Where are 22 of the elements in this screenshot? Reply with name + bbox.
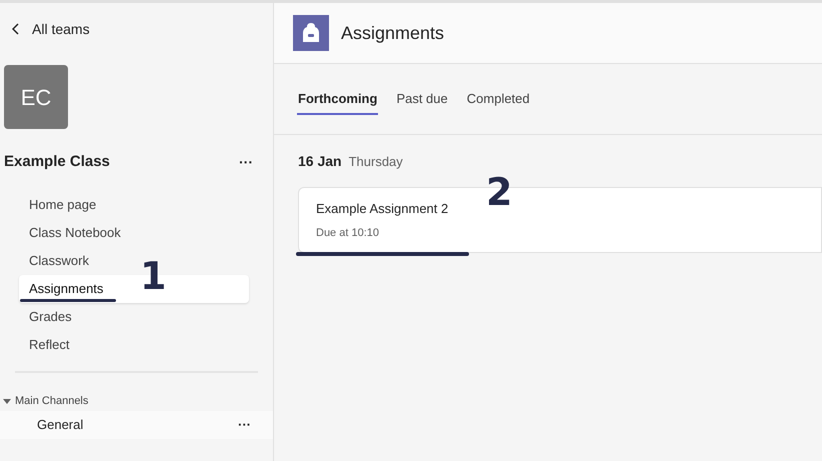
channel-item[interactable]: General ··· [0, 410, 273, 438]
more-options-button[interactable]: ··· [239, 152, 253, 173]
back-icon[interactable] [12, 23, 20, 35]
assignment-title: Example Assignment 2 [316, 200, 450, 218]
channel-group-label[interactable]: Main Channels [15, 393, 88, 410]
team-avatar: EC [4, 65, 68, 129]
date-heading: 16 Jan [298, 152, 342, 171]
due-time: Due at 10:10 [316, 226, 380, 241]
tab[interactable]: Completed [466, 88, 531, 115]
tab[interactable]: Forthcoming [297, 88, 378, 115]
nav-item[interactable]: Reflect [19, 330, 249, 358]
nav-item[interactable]: Class Notebook [19, 218, 249, 246]
team-name: Example Class [4, 152, 110, 172]
caret-icon[interactable] [3, 398, 11, 404]
assignments-app-icon [293, 15, 329, 51]
more-options-button[interactable]: ··· [238, 414, 251, 434]
tab[interactable]: Past due [395, 88, 449, 115]
page-title: Assignments [341, 22, 444, 45]
nav-item[interactable]: Grades [19, 302, 249, 330]
back-link[interactable]: All teams [32, 18, 90, 40]
nav-item[interactable]: Home page [19, 190, 249, 218]
weekday-label: Thursday [348, 153, 403, 171]
